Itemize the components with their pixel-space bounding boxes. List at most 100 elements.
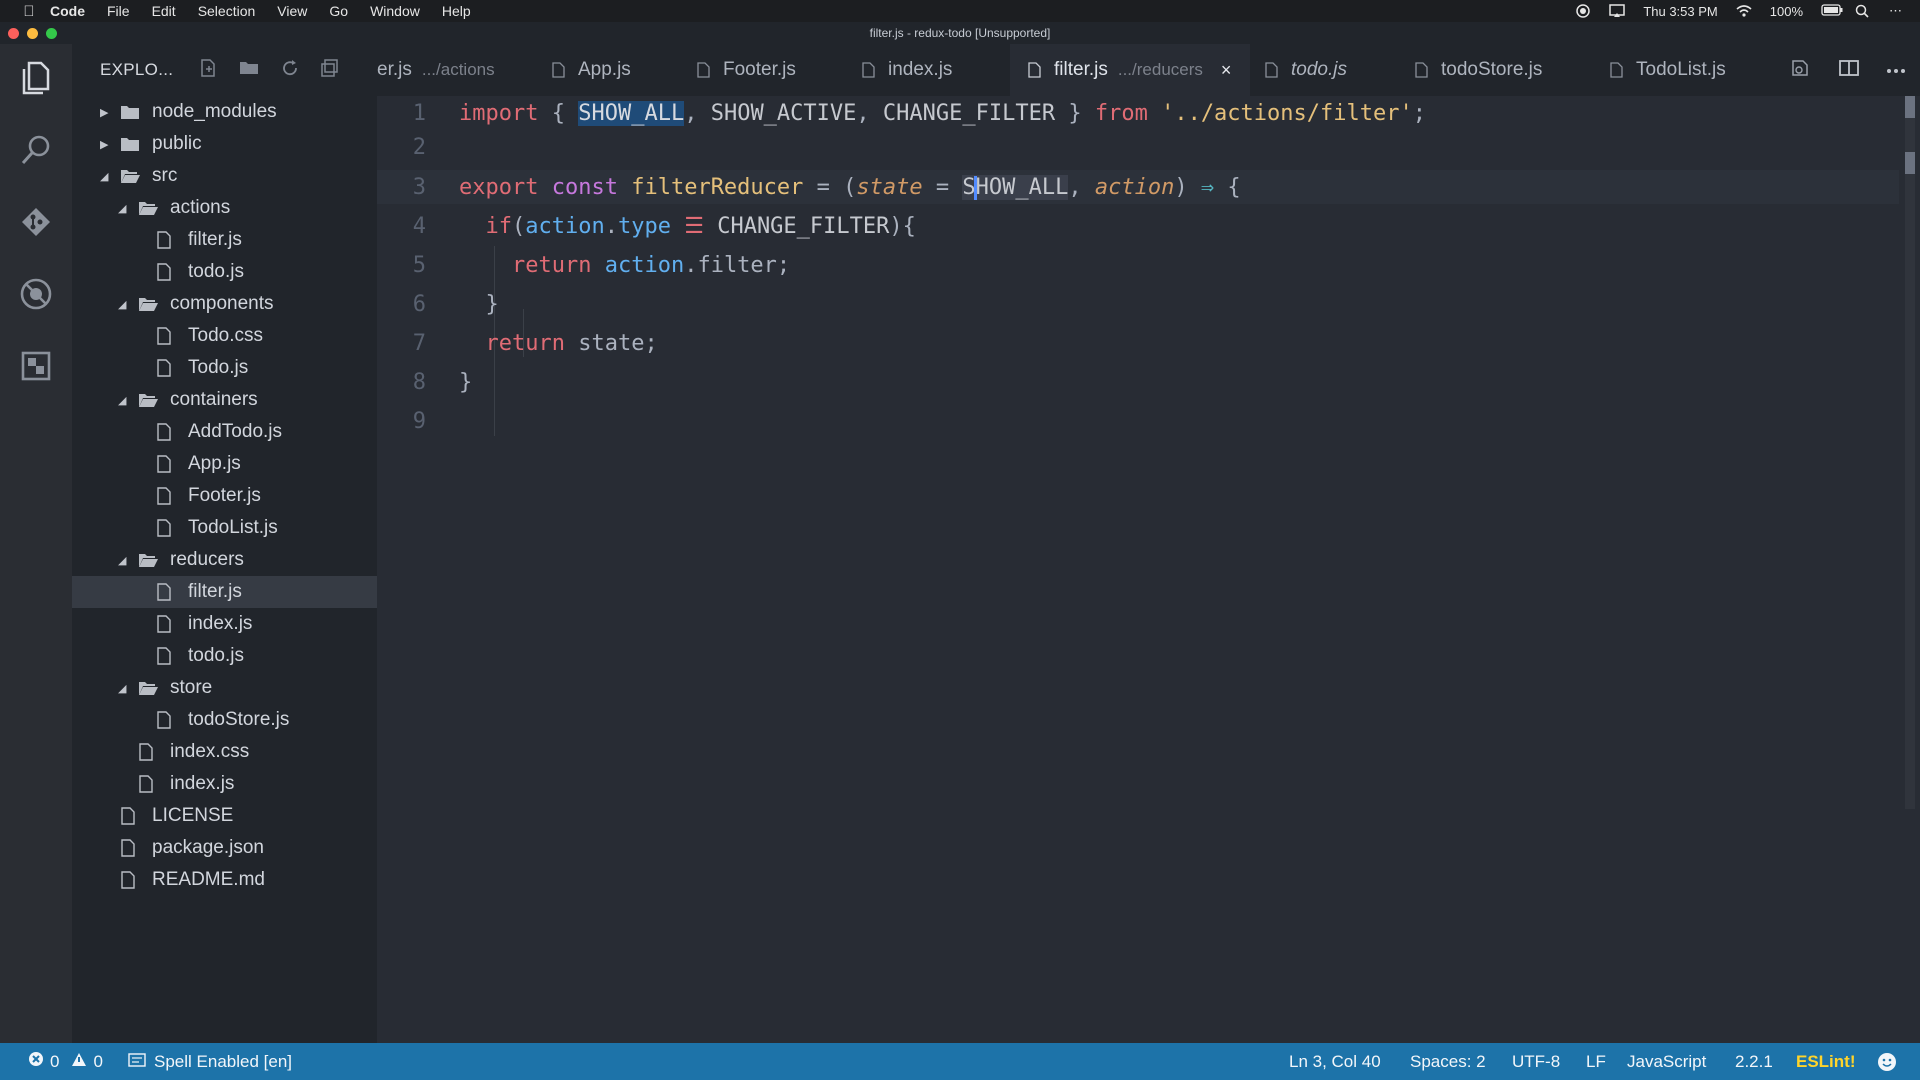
code-text: export const filterReducer = (state = SH… (459, 174, 1241, 200)
tab-footer-js[interactable]: Footer.js (697, 44, 847, 96)
line-number: 8 (412, 369, 426, 395)
tab-todostore-js[interactable]: todoStore.js (1415, 44, 1585, 96)
folder-icon (120, 103, 140, 121)
menu-window[interactable]: Window (370, 3, 420, 19)
tree-item-package-json[interactable]: package.json (72, 832, 419, 864)
spotlight-search-icon[interactable] (1855, 4, 1871, 18)
code-line-2[interactable]: 2 (377, 130, 1899, 164)
scrollbar-thumb[interactable] (1905, 96, 1915, 809)
menu-file[interactable]: File (107, 3, 130, 19)
tab-app-js[interactable]: App.js (552, 44, 702, 96)
menu-selection[interactable]: Selection (198, 3, 256, 19)
spell-check-status[interactable]: Spell Enabled [en] (128, 1043, 292, 1080)
record-icon[interactable] (1575, 4, 1591, 18)
more-actions-icon[interactable] (1886, 61, 1906, 79)
language-mode[interactable]: JavaScript (1627, 1043, 1706, 1080)
tree-item-containers[interactable]: ◢ containers (72, 384, 423, 416)
tree-item-src[interactable]: ◢ src (72, 160, 405, 192)
battery-percent[interactable]: 100% (1770, 4, 1803, 19)
code-line-6[interactable]: 6 } (377, 287, 1899, 321)
menu-view[interactable]: View (277, 3, 307, 19)
tab-reducers-filter-js[interactable]: filter.js .../reducers × (1010, 44, 1250, 96)
typescript-version[interactable]: 2.2.1 (1735, 1043, 1773, 1080)
tree-item-license[interactable]: LICENSE (72, 800, 419, 832)
source-control-icon[interactable] (18, 204, 54, 240)
zoom-window-icon[interactable] (46, 28, 57, 39)
code-editor[interactable]: 1 import { SHOW_ALL, SHOW_ACTIVE, CHANGE… (377, 96, 1899, 1043)
tab-label: App.js (578, 59, 631, 80)
battery-icon[interactable] (1821, 4, 1843, 18)
chevron-down-icon[interactable]: ◢ (100, 170, 114, 183)
code-text: if(action.type ☰ CHANGE_FILTER){ (485, 213, 916, 239)
chevron-right-icon[interactable]: ▶ (100, 106, 114, 119)
code-line-7[interactable]: 7 return state; (377, 326, 1899, 360)
tree-item-reducers[interactable]: ◢ reducers (72, 544, 423, 576)
code-line-1[interactable]: 1 import { SHOW_ALL, SHOW_ACTIVE, CHANGE… (377, 96, 1899, 130)
tree-item-components[interactable]: ◢ components (72, 288, 423, 320)
tree-item-public[interactable]: ▶ public (72, 128, 405, 160)
tree-item-label: README.md (152, 869, 265, 890)
chevron-down-icon[interactable]: ◢ (118, 682, 132, 695)
menu-help[interactable]: Help (442, 3, 471, 19)
tree-item-label: store (170, 677, 213, 698)
notification-center-icon[interactable]: ⋯ (1889, 3, 1902, 19)
tree-item-node-modules[interactable]: ▶ node_modules (72, 96, 405, 128)
open-folder-icon (138, 199, 158, 217)
file-icon (1265, 62, 1279, 78)
status-bar: 0 0 Spell Enabled [en] Ln 3, Col 40 Spac… (0, 1043, 1920, 1080)
menu-edit[interactable]: Edit (152, 3, 176, 19)
code-line-3[interactable]: 3 export const filterReducer = (state = … (377, 170, 1899, 204)
code-line-5[interactable]: 5 return action.filter; (377, 248, 1899, 282)
error-count: 0 (50, 1051, 60, 1071)
file-icon (120, 807, 140, 825)
explorer-icon[interactable] (18, 60, 54, 96)
open-folder-icon (138, 391, 158, 409)
indentation-status[interactable]: Spaces: 2 (1410, 1043, 1486, 1080)
open-folder-icon (138, 295, 158, 313)
tab-todo-js[interactable]: todo.js (1265, 44, 1400, 96)
menu-app[interactable]: Code (50, 3, 85, 19)
tree-item-readme-md[interactable]: README.md (72, 864, 419, 896)
chevron-down-icon[interactable]: ◢ (118, 202, 132, 215)
wifi-icon[interactable] (1736, 4, 1752, 18)
apple-menu-icon[interactable]:  (18, 3, 40, 20)
open-changes-icon[interactable] (1790, 58, 1812, 83)
close-window-icon[interactable] (8, 28, 19, 39)
split-editor-icon[interactable] (1838, 58, 1860, 83)
close-tab-icon[interactable]: × (1221, 60, 1232, 81)
encoding-status[interactable]: UTF-8 (1512, 1043, 1560, 1080)
extensions-icon[interactable] (18, 348, 54, 384)
code-line-8[interactable]: 8 } (377, 365, 1899, 399)
menu-go[interactable]: Go (329, 3, 348, 19)
new-folder-icon[interactable] (239, 59, 259, 82)
feedback-smiley-icon[interactable] (1877, 1043, 1897, 1080)
chevron-down-icon[interactable]: ◢ (118, 554, 132, 567)
macos-menubar:  Code File Edit Selection View Go Windo… (0, 0, 1920, 22)
problems-status[interactable]: 0 0 (28, 1043, 103, 1080)
line-ending-status[interactable]: LF (1586, 1043, 1606, 1080)
chevron-right-icon[interactable]: ▶ (100, 138, 114, 151)
search-icon[interactable] (18, 132, 54, 168)
collapse-all-icon[interactable] (321, 58, 339, 82)
line-number: 2 (412, 134, 426, 160)
clock[interactable]: Thu 3:53 PM (1643, 4, 1717, 19)
airplay-icon[interactable] (1609, 4, 1626, 18)
file-icon (156, 615, 176, 633)
tab-actions-filter-js[interactable]: er.js .../actions (377, 44, 527, 96)
chevron-down-icon[interactable]: ◢ (118, 298, 132, 311)
tree-item-actions[interactable]: ◢ actions (72, 192, 423, 224)
editor-scrollbar[interactable] (1899, 96, 1920, 1043)
new-file-icon[interactable] (199, 58, 217, 82)
tab-todolist-js[interactable]: TodoList.js (1610, 44, 1760, 96)
minimize-window-icon[interactable] (27, 28, 38, 39)
debug-icon[interactable] (18, 276, 54, 312)
eslint-status[interactable]: ESLint! (1796, 1043, 1856, 1080)
chevron-down-icon[interactable]: ◢ (118, 394, 132, 407)
tree-item-store[interactable]: ◢ store (72, 672, 423, 704)
code-line-4[interactable]: 4 if(action.type ☰ CHANGE_FILTER){ (377, 209, 1899, 243)
code-line-9[interactable]: 9 (377, 404, 1899, 438)
tree-item-label: filter.js (188, 581, 242, 602)
cursor-position[interactable]: Ln 3, Col 40 (1289, 1043, 1381, 1080)
tab-index-js[interactable]: index.js (862, 44, 997, 96)
refresh-icon[interactable] (281, 59, 299, 82)
